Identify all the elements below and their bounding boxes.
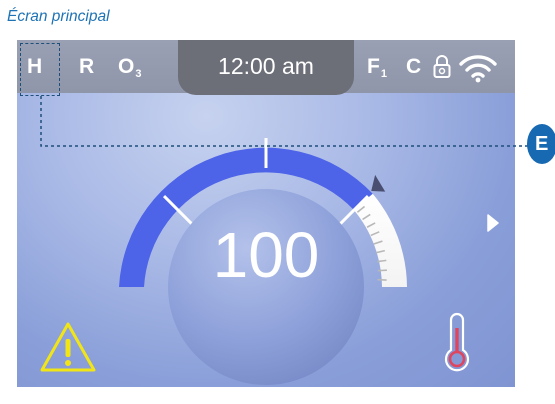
callout-leader-line [40,96,528,147]
callout-marker: E [527,124,555,164]
